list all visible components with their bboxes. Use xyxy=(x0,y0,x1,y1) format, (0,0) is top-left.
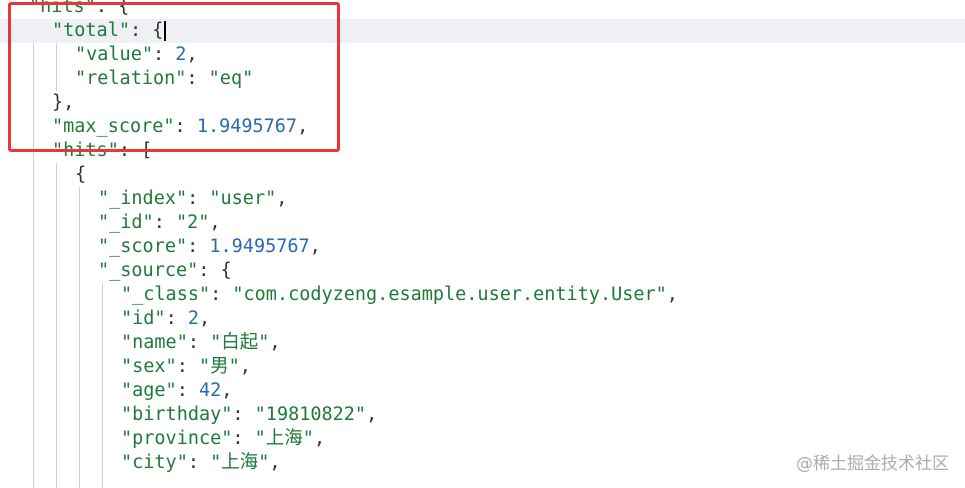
json-punctuation: : [ xyxy=(118,140,153,161)
json-key: "hits" xyxy=(52,140,119,161)
json-string: "19810822" xyxy=(254,404,367,425)
code-line[interactable]: "relation": "eq" xyxy=(0,67,965,91)
code-line[interactable]: "sex": "男", xyxy=(0,355,965,379)
json-punctuation: , xyxy=(297,116,309,137)
code-line[interactable]: "_source": { xyxy=(0,259,965,283)
code-line[interactable]: "total": { xyxy=(0,19,965,43)
json-key: "province" xyxy=(121,428,233,449)
json-string: "2" xyxy=(175,212,210,233)
json-key: "name" xyxy=(121,332,188,353)
json-punctuation: , xyxy=(198,308,211,329)
watermark-text: @稀土掘金技术社区 xyxy=(796,454,949,474)
json-key: "_class" xyxy=(121,284,211,305)
json-punctuation: , xyxy=(269,452,281,473)
json-key: "value" xyxy=(75,44,153,65)
json-punctuation: : xyxy=(186,68,209,89)
json-punctuation: , xyxy=(239,356,251,377)
json-key: "age" xyxy=(121,380,177,401)
json-punctuation: : { xyxy=(95,0,130,17)
code-line[interactable]: "hits": { xyxy=(0,0,965,19)
json-punctuation: , xyxy=(269,332,281,353)
json-key: "_score" xyxy=(98,236,188,257)
json-string: "上海" xyxy=(254,428,314,449)
json-number: 2 xyxy=(175,44,187,65)
json-punctuation: : xyxy=(153,212,176,233)
json-punctuation: , xyxy=(186,44,198,65)
code-line[interactable]: "max_score": 1.9495767, xyxy=(0,115,965,139)
json-key: "relation" xyxy=(75,68,187,89)
json-punctuation: : xyxy=(174,116,197,137)
json-punctuation: , xyxy=(276,188,288,209)
json-punctuation: , xyxy=(366,404,378,425)
json-string: "白起" xyxy=(210,332,270,353)
code-line[interactable]: "hits": [ xyxy=(0,139,965,163)
json-number: 1.9495767 xyxy=(196,116,298,137)
json-punctuation: : xyxy=(232,404,255,425)
json-key: "city" xyxy=(121,452,188,473)
json-punctuation: : xyxy=(165,308,188,329)
json-punctuation: : xyxy=(187,236,210,257)
json-punctuation: , xyxy=(313,428,326,449)
json-punctuation: , xyxy=(221,380,233,401)
json-key: "max_score" xyxy=(52,116,175,137)
json-number: 42 xyxy=(198,380,222,401)
json-key: "_source" xyxy=(98,260,199,281)
code-line[interactable]: "name": "白起", xyxy=(0,331,965,355)
code-line[interactable]: "birthday": "19810822", xyxy=(0,403,965,427)
text-cursor xyxy=(164,21,167,41)
code-line[interactable]: "_index": "user", xyxy=(0,187,965,211)
json-punctuation: , xyxy=(209,212,221,233)
code-line[interactable]: { xyxy=(0,163,965,187)
json-punctuation: , xyxy=(666,284,678,305)
json-punctuation: : xyxy=(232,428,255,449)
json-punctuation: , xyxy=(309,236,321,257)
json-punctuation: : { xyxy=(129,20,164,41)
json-punctuation: : xyxy=(210,284,233,305)
json-key: "_index" xyxy=(98,188,188,209)
json-key: "sex" xyxy=(121,356,177,377)
json-punctuation: : xyxy=(187,452,211,473)
json-key: "_id" xyxy=(98,212,154,233)
json-number: 1.9495767 xyxy=(209,236,310,257)
json-punctuation: }, xyxy=(52,92,75,113)
json-punctuation: : xyxy=(176,356,199,377)
code-line[interactable]: "_score": 1.9495767, xyxy=(0,235,965,259)
code-line[interactable]: "_class": "com.codyzeng.esample.user.ent… xyxy=(0,283,965,307)
code-line[interactable]: "province": "上海", xyxy=(0,427,965,451)
json-punctuation: : { xyxy=(198,260,232,281)
json-string: "男" xyxy=(198,356,240,377)
json-punctuation: : xyxy=(176,380,199,401)
code-line[interactable]: }, xyxy=(0,91,965,115)
json-editor[interactable]: "hits": {"total": {"value": 2, "relation"… xyxy=(0,0,965,488)
json-string: "com.codyzeng.esample.user.entity.User" xyxy=(232,284,667,305)
json-punctuation: : xyxy=(187,332,211,353)
code-line[interactable]: "value": 2, xyxy=(0,43,965,67)
json-key: "total" xyxy=(52,20,130,41)
code-line[interactable]: "id": 2, xyxy=(0,307,965,331)
code-line[interactable]: "age": 42, xyxy=(0,379,965,403)
json-punctuation: : xyxy=(152,44,176,65)
json-punctuation: : xyxy=(187,188,210,209)
json-string: "eq" xyxy=(208,68,254,89)
json-string: "user" xyxy=(209,188,277,209)
json-key: "id" xyxy=(121,308,166,329)
json-key: "birthday" xyxy=(121,404,233,425)
code-line[interactable]: "_id": "2", xyxy=(0,211,965,235)
json-key: "hits" xyxy=(29,0,96,17)
json-string: "上海" xyxy=(210,452,270,473)
json-number: 2 xyxy=(187,308,199,329)
json-punctuation: { xyxy=(75,164,87,185)
